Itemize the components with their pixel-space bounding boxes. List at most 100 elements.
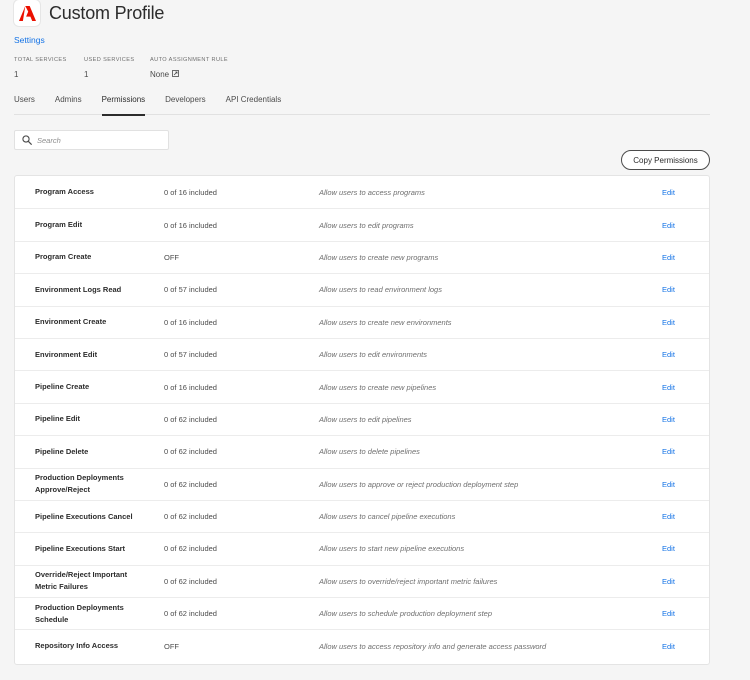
edit-link[interactable]: Edit (662, 577, 675, 586)
permission-name: Production Deployments Schedule (35, 602, 124, 624)
permission-description: Allow users to override/reject important… (319, 576, 498, 586)
table-row: Environment Edit 0 of 57 included Allow us… (15, 337, 709, 370)
permission-name: Override/Reject Important Metric Failure… (35, 570, 128, 592)
table-row: Pipeline Executions Start 0 of 62 include… (15, 532, 709, 564)
permission-description: Allow users to approve or reject product… (319, 479, 519, 489)
table-row: Program Access 0 of 16 included Allow user… (15, 176, 709, 208)
permission-name: Program Access (35, 187, 94, 197)
edit-link[interactable]: Edit (662, 285, 675, 294)
edit-link[interactable]: Edit (662, 544, 675, 553)
stat-used-services: USED SERVICES 1 (84, 57, 136, 79)
tab-permissions[interactable]: Permissions (101, 91, 145, 116)
permission-name: Pipeline Edit (35, 414, 81, 424)
table-row: Environment Create 0 of 16 included Allow … (15, 305, 709, 338)
search-icon (21, 135, 32, 146)
stat-value: 1 (14, 70, 19, 79)
edit-link[interactable]: Edit (662, 609, 675, 618)
table-row: Production Deployments Schedule 0 of 62 i… (15, 597, 709, 629)
permission-name: Environment Create (35, 317, 107, 327)
table-row: Override/Reject Important Metric Failure… (15, 564, 709, 597)
search-input[interactable] (37, 135, 157, 145)
copy-permissions-button[interactable]: Copy Permissions (621, 150, 710, 170)
permission-name: Pipeline Delete (35, 446, 89, 456)
search-box (14, 130, 169, 150)
stat-value: 1 (84, 70, 89, 79)
permission-status: 0 of 62 included (164, 609, 217, 619)
table-row: Pipeline Delete 0 of 62 included Allow use… (15, 435, 709, 467)
permission-status: 0 of 62 included (164, 414, 217, 424)
table-row: Pipeline Executions Cancel 0 of 62 includ… (15, 499, 709, 532)
permission-name: Pipeline Executions Cancel (35, 511, 133, 521)
page-header: Custom Profile (14, 0, 164, 26)
tab-users[interactable]: Users (14, 91, 35, 115)
permission-description: Allow users to cancel pipeline execution… (319, 512, 456, 522)
permission-status: 0 of 16 included (164, 220, 217, 230)
stat-value-wrap: None (150, 70, 228, 79)
permission-name: Environment Logs Read (35, 284, 122, 294)
edit-rule-icon[interactable] (172, 70, 180, 79)
tab-api-credentials[interactable]: API Credentials (226, 91, 282, 115)
permission-status: 0 of 62 included (164, 576, 217, 586)
permission-status: 0 of 16 included (164, 317, 217, 327)
permission-status: OFF (164, 252, 179, 262)
table-row: Production Deployments Approve/Reject 0 o… (15, 467, 709, 500)
permission-status: 0 of 62 included (164, 512, 217, 522)
edit-link[interactable]: Edit (662, 350, 675, 359)
stats-bar: TOTAL SERVICES 1 USED SERVICES 1 AUTO AS… (14, 57, 242, 79)
table-row: Environment Logs Read 0 of 57 included All… (15, 273, 709, 305)
permission-status: 0 of 62 included (164, 479, 217, 489)
permission-status: 0 of 62 included (164, 544, 217, 554)
stat-value-wrap: 1 (84, 70, 136, 79)
permission-name: Pipeline Executions Start (35, 543, 126, 553)
table-row: Repository Info Access OFF Allow users to … (15, 629, 709, 661)
settings-link[interactable]: Settings (14, 35, 45, 45)
permission-status: 0 of 57 included (164, 285, 217, 295)
permission-description: Allow users to start new pipeline execut… (319, 544, 465, 554)
edit-link[interactable]: Edit (662, 221, 675, 230)
stat-label: AUTO ASSIGNMENT RULE (150, 57, 229, 63)
permission-status: 0 of 57 included (164, 350, 217, 360)
edit-link[interactable]: Edit (662, 415, 675, 424)
table-row: Pipeline Create 0 of 16 included Allow use… (15, 370, 709, 402)
permission-name: Repository Info Access (35, 641, 119, 651)
permission-name: Program Create (35, 252, 92, 262)
edit-link[interactable]: Edit (662, 383, 675, 392)
table-row: Program Create OFF Allow users to create n… (15, 240, 709, 273)
page-title: Custom Profile (49, 2, 165, 23)
permission-description: Allow users to create new environments (319, 317, 452, 327)
stat-value-wrap: 1 (14, 70, 70, 79)
permission-status: 0 of 62 included (164, 447, 217, 457)
table-row: Pipeline Edit 0 of 62 included Allow users… (15, 402, 709, 435)
adobe-logo-icon (14, 0, 40, 26)
permission-status: 0 of 16 included (164, 382, 217, 392)
edit-link[interactable]: Edit (662, 480, 675, 489)
permission-description: Allow users to create new programs (319, 252, 439, 262)
tab-developers[interactable]: Developers (165, 91, 205, 115)
permission-description: Allow users to edit programs (319, 220, 414, 230)
permission-description: Allow users to access programs (319, 187, 425, 197)
edit-link[interactable]: Edit (662, 512, 675, 521)
permission-name: Environment Edit (35, 349, 98, 359)
permission-description: Allow users to access repository info an… (319, 641, 547, 651)
stat-label: USED SERVICES (84, 57, 135, 63)
permission-status: OFF (164, 641, 179, 651)
edit-link[interactable]: Edit (662, 253, 675, 262)
stat-total-services: TOTAL SERVICES 1 (14, 57, 70, 79)
edit-link[interactable]: Edit (662, 188, 675, 197)
tab-bar: Users Admins Permissions Developers API … (14, 91, 710, 116)
permission-status: 0 of 16 included (164, 187, 217, 197)
permission-description: Allow users to read environment logs (319, 285, 442, 295)
edit-link[interactable]: Edit (662, 447, 675, 456)
edit-link[interactable]: Edit (662, 318, 675, 327)
stat-label: TOTAL SERVICES (14, 57, 67, 63)
stat-value: None (150, 70, 170, 79)
permissions-table: Program Access 0 of 16 included Allow user… (14, 175, 710, 665)
table-row: Program Edit 0 of 16 included Allow users … (15, 208, 709, 240)
permission-description: Allow users to delete pipelines (319, 447, 420, 457)
permission-description: Allow users to create new pipelines (319, 382, 437, 392)
permission-name: Production Deployments Approve/Reject (35, 473, 124, 495)
edit-link[interactable]: Edit (662, 642, 675, 651)
tab-admins[interactable]: Admins (55, 91, 82, 115)
permission-description: Allow users to edit pipelines (319, 414, 412, 424)
page: Custom Profile Settings TOTAL SERVICES 1… (0, 0, 750, 680)
